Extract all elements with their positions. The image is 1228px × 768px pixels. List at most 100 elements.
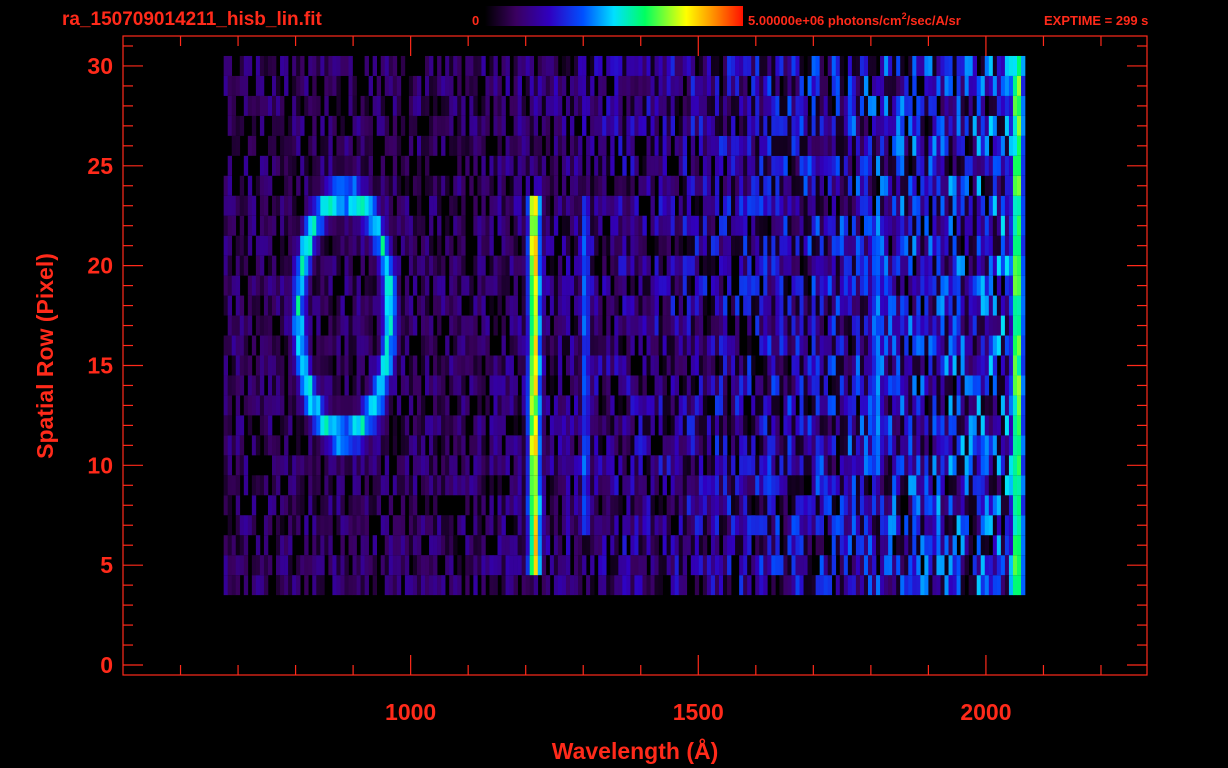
heatmap-cell: [356, 155, 361, 176]
heatmap-cell: [988, 255, 994, 276]
heatmap-cell: [513, 495, 518, 516]
heatmap-cell: [622, 535, 627, 556]
heatmap-cell: [956, 135, 961, 156]
heatmap-cell: [976, 415, 982, 436]
heatmap-cell: [932, 575, 937, 596]
heatmap-cell: [743, 515, 748, 536]
heatmap-cell: [908, 55, 913, 76]
heatmap-cell: [912, 235, 917, 256]
heatmap-cell: [332, 395, 337, 416]
heatmap-cell: [964, 555, 969, 576]
heatmap-cell: [485, 275, 490, 296]
heatmap-cell: [964, 235, 969, 256]
heatmap-cell: [948, 375, 953, 396]
heatmap-cell: [259, 395, 265, 416]
heatmap-cell: [924, 55, 929, 76]
heatmap-cell: [678, 155, 684, 176]
heatmap-cell: [404, 155, 410, 176]
heatmap-cell: [388, 395, 394, 416]
heatmap-cell: [706, 575, 712, 596]
heatmap-cell: [437, 255, 442, 276]
heatmap-cell: [900, 475, 905, 496]
heatmap-cell: [956, 435, 961, 456]
heatmap-cell: [723, 255, 728, 276]
heatmap-cell: [235, 255, 241, 276]
heatmap-cell: [529, 255, 535, 276]
heatmap-cell: [316, 475, 321, 496]
heatmap-cell: [807, 295, 812, 316]
heatmap-cell: [731, 495, 736, 516]
heatmap-cell: [300, 215, 305, 236]
heatmap-cell: [779, 475, 784, 496]
heatmap-cell: [843, 575, 849, 596]
heatmap-cell: [489, 375, 494, 396]
heatmap-cell: [1008, 475, 1014, 496]
heatmap-cell: [759, 315, 764, 336]
heatmap-cell: [872, 275, 877, 296]
heatmap-cell: [344, 235, 349, 256]
heatmap-cell: [545, 95, 551, 116]
heatmap-cell: [497, 275, 502, 296]
heatmap-cell: [505, 395, 510, 416]
heatmap-cell: [815, 495, 820, 516]
heatmap-cell: [501, 175, 506, 196]
heatmap-cell: [384, 375, 390, 396]
heatmap-cell: [340, 115, 345, 136]
heatmap-cell: [988, 175, 994, 196]
heatmap-cell: [288, 535, 293, 556]
heatmap-cell: [912, 155, 917, 176]
heatmap-cell: [300, 555, 305, 576]
heatmap-cell: [445, 395, 450, 416]
heatmap-cell: [586, 175, 591, 196]
heatmap-cell: [296, 515, 301, 536]
heatmap-cell: [489, 455, 494, 476]
heatmap-cell: [614, 215, 619, 236]
heatmap-cell: [582, 295, 587, 316]
heatmap-cell: [574, 355, 579, 376]
heatmap-cell: [594, 275, 599, 296]
heatmap-cell: [984, 375, 990, 396]
heatmap-cell: [618, 275, 623, 296]
heatmap-cell: [799, 455, 804, 476]
heatmap-cell: [723, 415, 728, 436]
heatmap-cell: [590, 75, 595, 96]
heatmap-cell: [509, 195, 514, 216]
heatmap-cell: [465, 155, 470, 176]
heatmap-cell: [944, 415, 949, 436]
heatmap-cell: [900, 235, 905, 256]
heatmap-cell: [545, 535, 551, 556]
heatmap-cell: [1016, 315, 1022, 336]
heatmap-cell: [433, 535, 438, 556]
heatmap-cell: [988, 555, 994, 576]
heatmap-cell: [537, 255, 543, 276]
heatmap-cell: [469, 375, 474, 396]
heatmap-cell: [908, 315, 913, 336]
heatmap-cell: [775, 95, 780, 116]
heatmap-cell: [723, 175, 728, 196]
heatmap-cell: [590, 215, 595, 236]
heatmap-cell: [727, 555, 732, 576]
y-tick-label: 30: [87, 53, 113, 79]
heatmap-cell: [364, 195, 369, 216]
heatmap-cell: [376, 295, 382, 316]
heatmap-cell: [380, 315, 386, 336]
heatmap-cell: [642, 415, 647, 436]
heatmap-cell: [831, 395, 837, 416]
heatmap-cell: [650, 95, 655, 116]
heatmap-cell: [763, 255, 768, 276]
heatmap-cell: [569, 355, 575, 376]
heatmap-cell: [682, 515, 688, 536]
heatmap-cell: [404, 235, 410, 256]
heatmap-cell: [340, 395, 345, 416]
heatmap-cell: [578, 255, 583, 276]
heatmap-cell: [908, 175, 913, 196]
heatmap-cell: [360, 95, 365, 116]
heatmap-cell: [267, 135, 273, 156]
heatmap-cell: [457, 475, 462, 496]
heatmap-cell: [944, 315, 949, 336]
heatmap-cell: [497, 295, 502, 316]
heatmap-cell: [791, 495, 796, 516]
heatmap-cell: [513, 275, 518, 296]
heatmap-cell: [795, 135, 800, 156]
heatmap-cell: [956, 95, 961, 116]
